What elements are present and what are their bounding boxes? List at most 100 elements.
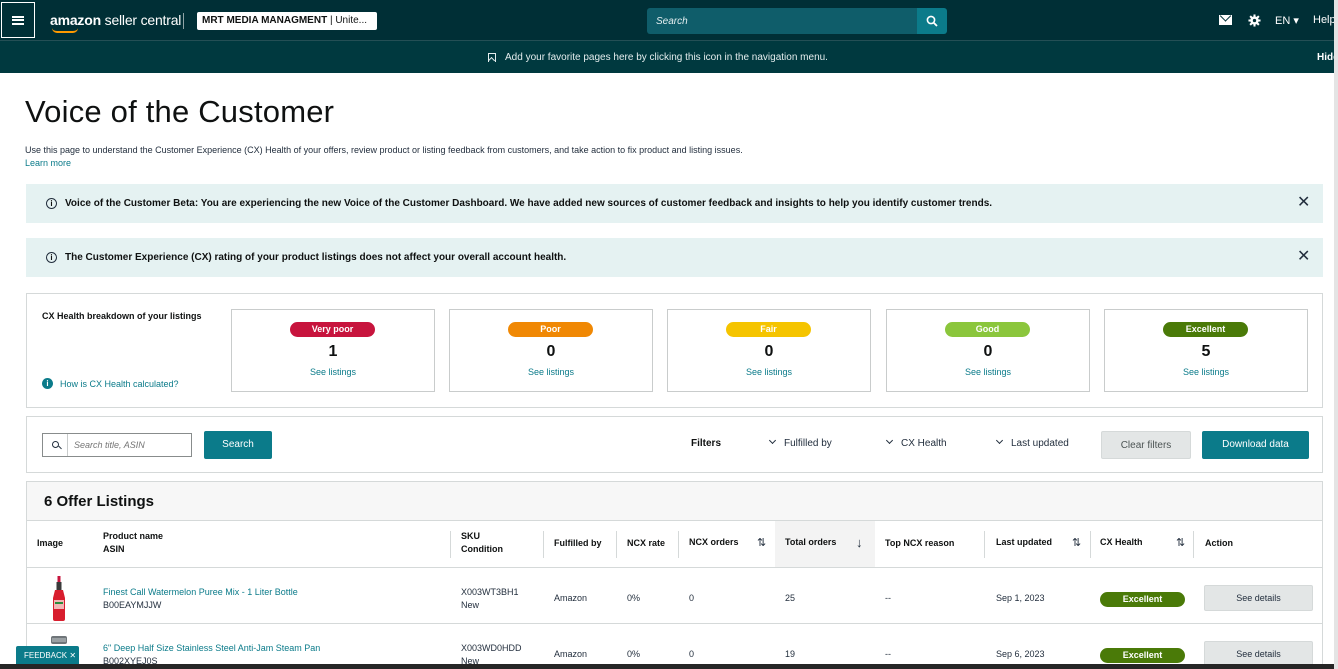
col-ncx-orders[interactable]: NCX orders bbox=[689, 536, 739, 549]
divider bbox=[67, 434, 68, 456]
column-divider bbox=[984, 531, 985, 558]
global-search-button[interactable] bbox=[917, 8, 947, 34]
table-title: 6 Offer Listings bbox=[44, 493, 155, 510]
sort-desc-icon[interactable]: ↓ bbox=[856, 535, 863, 550]
cx-health-panel: CX Health breakdown of your listings i H… bbox=[26, 293, 1323, 408]
info-icon: i bbox=[46, 252, 57, 263]
close-icon[interactable]: ✕ bbox=[1297, 249, 1310, 265]
col-condition-label: Condition bbox=[461, 544, 503, 554]
col-fulfilled-by[interactable]: Fulfilled by bbox=[554, 537, 602, 550]
cx-card-good: Good 0 See listings bbox=[886, 309, 1090, 392]
col-asin-label: ASIN bbox=[103, 544, 125, 554]
see-listings-link[interactable]: See listings bbox=[668, 367, 870, 377]
product-image[interactable] bbox=[51, 576, 67, 621]
col-total-orders[interactable]: Total orders bbox=[785, 536, 836, 549]
right-scrollbar[interactable] bbox=[1334, 0, 1338, 669]
total-orders: 19 bbox=[785, 649, 796, 659]
col-ncx-rate[interactable]: NCX rate bbox=[627, 537, 665, 550]
cx-health-label: CX Health breakdown of your listings bbox=[42, 311, 202, 321]
col-cx-health[interactable]: CX Health bbox=[1100, 536, 1143, 549]
table-row: Finest Call Watermelon Puree Mix - 1 Lit… bbox=[27, 568, 1322, 624]
sku: X003WD0HDD bbox=[461, 643, 522, 653]
col-image: Image bbox=[37, 538, 64, 548]
gear-icon[interactable] bbox=[1248, 14, 1261, 27]
see-listings-link[interactable]: See listings bbox=[1105, 367, 1307, 377]
page-title: Voice of the Customer bbox=[25, 94, 335, 129]
cx-pill: Fair bbox=[726, 322, 811, 337]
close-icon[interactable]: ✕ bbox=[1297, 195, 1310, 211]
help-link[interactable]: Help bbox=[1313, 14, 1336, 26]
sort-icon[interactable]: ⇅ bbox=[1072, 536, 1081, 549]
cx-card-poor: Poor 0 See listings bbox=[449, 309, 653, 392]
cx-pill: Good bbox=[945, 322, 1030, 337]
column-divider bbox=[1193, 531, 1194, 558]
see-listings-link[interactable]: See listings bbox=[887, 367, 1089, 377]
column-divider bbox=[450, 531, 451, 558]
feedback-button[interactable]: FEEDBACK ✕ bbox=[16, 646, 79, 665]
page-description: Use this page to understand the Customer… bbox=[25, 145, 743, 155]
bottom-scrollbar[interactable] bbox=[0, 664, 1338, 669]
col-top-ncx-reason[interactable]: Top NCX reason bbox=[885, 537, 954, 550]
global-search-input[interactable] bbox=[647, 8, 917, 34]
see-listings-link[interactable]: See listings bbox=[232, 367, 434, 377]
account-selector[interactable]: MRT MEDIA MANAGMENT | Unite... bbox=[197, 12, 377, 30]
cx-count: 0 bbox=[983, 343, 993, 360]
language-selector[interactable]: EN ▾ bbox=[1275, 14, 1299, 27]
product-name-link[interactable]: Finest Call Watermelon Puree Mix - 1 Lit… bbox=[103, 586, 298, 599]
column-divider bbox=[678, 531, 679, 558]
alert-text: The Customer Experience (CX) rating of y… bbox=[65, 252, 567, 263]
see-details-button[interactable]: See details bbox=[1204, 585, 1313, 611]
table-title-bar: 6 Offer Listings bbox=[27, 482, 1322, 521]
ncx-orders: 0 bbox=[689, 649, 695, 659]
sort-icon[interactable]: ⇅ bbox=[1176, 536, 1185, 549]
menu-button[interactable] bbox=[1, 2, 35, 38]
search-button[interactable]: Search bbox=[204, 431, 272, 459]
cx-pill: Excellent bbox=[1163, 322, 1248, 337]
cx-count: 0 bbox=[764, 343, 774, 360]
download-data-button[interactable]: Download data bbox=[1202, 431, 1309, 459]
close-icon[interactable]: ✕ bbox=[69, 651, 76, 660]
ncx-rate: 0% bbox=[627, 593, 641, 603]
chevron-down-icon: ▾ bbox=[1293, 15, 1299, 27]
filter-bar: Search Filters Fulfilled by CX Health La… bbox=[26, 416, 1323, 473]
beta-alert: i Voice of the Customer Beta: You are ex… bbox=[26, 184, 1323, 223]
fulfilled-by-dropdown[interactable]: Fulfilled by bbox=[770, 438, 832, 449]
col-last-updated[interactable]: Last updated bbox=[996, 536, 1052, 549]
last-updated-dropdown[interactable]: Last updated bbox=[997, 438, 1069, 449]
see-listings-link[interactable]: See listings bbox=[450, 367, 652, 377]
favorites-hint: Add your favorite pages here by clicking… bbox=[505, 52, 828, 63]
cx-rating-alert: i The Customer Experience (CX) rating of… bbox=[26, 238, 1323, 277]
info-icon: i bbox=[42, 378, 53, 389]
cx-health-badge: Excellent bbox=[1100, 648, 1185, 663]
favorites-bar: Add your favorite pages here by clicking… bbox=[0, 40, 1338, 73]
last-updated: Sep 1, 2023 bbox=[996, 593, 1045, 603]
product-name-link[interactable]: 6" Deep Half Size Stainless Steel Anti-J… bbox=[103, 642, 320, 655]
top-ncx-reason: -- bbox=[885, 649, 891, 659]
how-cx-calculated-link[interactable]: i How is CX Health calculated? bbox=[42, 378, 179, 389]
condition: New bbox=[461, 600, 480, 610]
logo-smile-icon bbox=[52, 28, 78, 33]
hamburger-icon bbox=[12, 15, 24, 25]
asin: B00EAYMJJW bbox=[103, 600, 162, 610]
clear-filters-button[interactable]: Clear filters bbox=[1101, 431, 1191, 459]
alert-text: Voice of the Customer Beta: You are expe… bbox=[65, 198, 993, 209]
how-cx-calculated-label: How is CX Health calculated? bbox=[60, 378, 179, 389]
column-divider bbox=[1090, 531, 1091, 558]
table-header: Image Product name ASIN SKU Condition Fulf… bbox=[27, 521, 1322, 568]
learn-more-link[interactable]: Learn more bbox=[25, 158, 71, 168]
fulfilled-by: Amazon bbox=[554, 649, 588, 659]
sort-icon[interactable]: ⇅ bbox=[757, 536, 766, 549]
bookmark-icon bbox=[488, 53, 496, 62]
cx-card-fair: Fair 0 See listings bbox=[667, 309, 871, 392]
col-product-name[interactable]: Product name ASIN bbox=[103, 530, 163, 556]
cx-health-dropdown[interactable]: CX Health bbox=[887, 438, 947, 449]
listing-search-input[interactable] bbox=[74, 434, 189, 456]
ncx-orders: 0 bbox=[689, 593, 695, 603]
ncx-rate: 0% bbox=[627, 649, 641, 659]
col-sku[interactable]: SKU Condition bbox=[461, 530, 503, 556]
logo[interactable]: amazon seller central bbox=[50, 12, 181, 28]
cx-pill: Very poor bbox=[290, 322, 375, 337]
cx-count: 5 bbox=[1201, 343, 1211, 360]
info-icon: i bbox=[46, 198, 57, 209]
mail-icon[interactable] bbox=[1219, 15, 1232, 25]
